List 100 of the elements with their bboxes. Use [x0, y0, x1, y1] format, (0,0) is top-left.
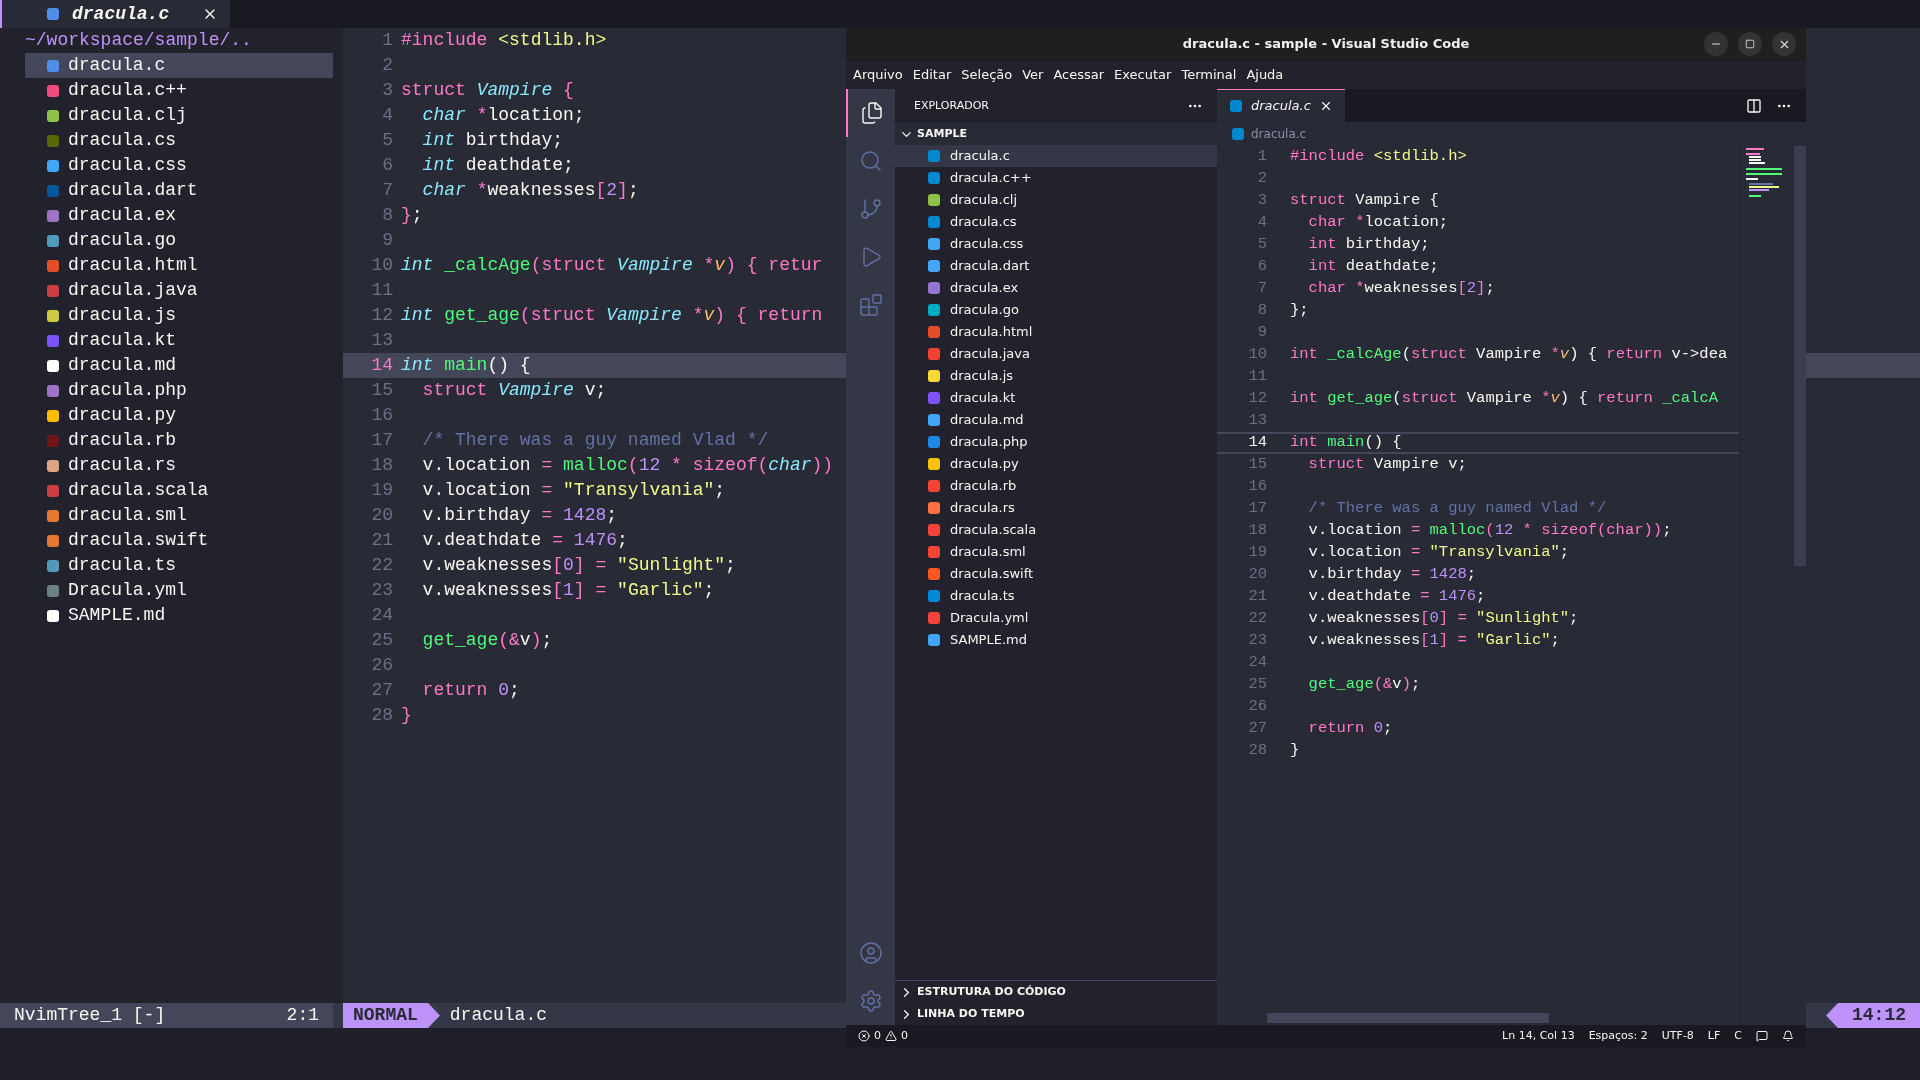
status-item[interactable]: Ln 14, Col 13	[1502, 1027, 1575, 1045]
tree-root: ~/workspace/sample/..	[25, 29, 253, 52]
tree-item[interactable]: SAMPLE.md	[25, 603, 333, 628]
tree-item[interactable]: dracula.scala	[25, 478, 333, 503]
explorer-item[interactable]: dracula.py	[895, 453, 1217, 475]
explorer-item[interactable]: dracula.dart	[895, 255, 1217, 277]
explorer-item[interactable]: dracula.java	[895, 343, 1217, 365]
status-item[interactable]: LF	[1707, 1027, 1721, 1045]
line-number: 9	[381, 229, 394, 252]
explorer-item[interactable]: dracula.ex	[895, 277, 1217, 299]
explorer-item[interactable]: dracula.ts	[895, 585, 1217, 607]
file-name: dracula.css	[68, 154, 187, 177]
code-line: v.location = "Transylvania";	[421, 479, 726, 502]
line-number: 24	[370, 604, 394, 627]
editor-tab[interactable]: dracula.c	[0, 0, 230, 28]
explorer-item[interactable]: dracula.c	[895, 145, 1217, 167]
file-name: dracula.cs	[68, 129, 177, 152]
tree-item[interactable]: dracula.ex	[25, 203, 333, 228]
explorer-item[interactable]: dracula.html	[895, 321, 1217, 343]
folder-header[interactable]: SAMPLE	[895, 123, 1217, 145]
tree-item[interactable]: Dracula.yml	[25, 578, 333, 603]
explorer-item[interactable]: dracula.c++	[895, 167, 1217, 189]
explorer-item[interactable]: dracula.md	[895, 409, 1217, 431]
line-number: 9	[1256, 322, 1267, 344]
breadcrumb[interactable]: dracula.c	[1251, 125, 1307, 143]
tree-item[interactable]: dracula.dart	[25, 178, 333, 203]
file-name: dracula.scala	[68, 479, 209, 502]
source-control-icon[interactable]	[858, 197, 883, 221]
menu-item[interactable]: Ver	[1017, 65, 1049, 85]
search-icon[interactable]	[858, 149, 883, 173]
menu-item[interactable]: Editar	[907, 65, 957, 85]
tree-item[interactable]: dracula.html	[25, 253, 333, 278]
explorer-icon[interactable]	[859, 101, 884, 125]
tree-item[interactable]: dracula.swift	[25, 528, 333, 553]
explorer-item[interactable]: dracula.rb	[895, 475, 1217, 497]
explorer-item[interactable]: SAMPLE.md	[895, 629, 1217, 651]
tree-item[interactable]: dracula.c++	[25, 78, 333, 103]
file-name: dracula.swift	[68, 529, 209, 552]
code-line: struct Vampire {	[1290, 190, 1439, 212]
tree-item[interactable]: dracula.java	[25, 278, 333, 303]
explorer-item[interactable]: dracula.php	[895, 431, 1217, 453]
tree-item[interactable]: dracula.cs	[25, 128, 333, 153]
menu-item[interactable]: Terminal	[1176, 65, 1242, 85]
file-name: dracula.kt	[68, 329, 177, 352]
tree-item[interactable]: dracula.php	[25, 378, 333, 403]
explorer-item[interactable]: dracula.clj	[895, 189, 1217, 211]
tree-item[interactable]: dracula.md	[25, 353, 333, 378]
code-line: };	[1290, 300, 1309, 322]
menu-item[interactable]: Arquivo	[848, 65, 908, 85]
feedback-icon[interactable]	[1756, 1030, 1768, 1042]
explorer-item[interactable]: dracula.swift	[895, 563, 1217, 585]
menu-item[interactable]: Ajuda	[1241, 65, 1289, 85]
editor-tab[interactable]: dracula.c	[1217, 89, 1345, 122]
menu-item[interactable]: Seleção	[956, 65, 1018, 85]
explorer-item[interactable]: dracula.css	[895, 233, 1217, 255]
tree-item[interactable]: dracula.py	[25, 403, 333, 428]
line-number: 2	[1256, 168, 1267, 190]
section-header[interactable]: ESTRUTURA DO CÓDIGO	[895, 981, 1217, 1003]
file-name: dracula.c++	[950, 169, 1032, 188]
explorer-item[interactable]: dracula.js	[895, 365, 1217, 387]
file-name: dracula.js	[68, 304, 177, 327]
menu-item[interactable]: Executar	[1109, 65, 1177, 85]
tree-item[interactable]: dracula.clj	[25, 103, 333, 128]
settings-icon[interactable]	[858, 989, 883, 1013]
code-line: char *weaknesses[2];	[421, 179, 639, 202]
explorer-item[interactable]: dracula.sml	[895, 541, 1217, 563]
explorer-item[interactable]: dracula.cs	[895, 211, 1217, 233]
file-name: dracula.java	[950, 345, 1030, 364]
status-item[interactable]: Espaços: 2	[1588, 1027, 1648, 1045]
close-button[interactable]	[1772, 32, 1796, 56]
horizontal-scrollbar[interactable]	[1267, 1013, 1549, 1023]
menu-item[interactable]: Acessar	[1048, 65, 1110, 85]
tree-item[interactable]: dracula.ts	[25, 553, 333, 578]
error-count[interactable]: 0	[874, 1027, 881, 1045]
tree-item[interactable]: dracula.sml	[25, 503, 333, 528]
tree-item[interactable]: dracula.css	[25, 153, 333, 178]
tree-item[interactable]: dracula.rb	[25, 428, 333, 453]
explorer-item[interactable]: Dracula.yml	[895, 607, 1217, 629]
warning-count[interactable]: 0	[901, 1027, 908, 1045]
tree-item[interactable]: dracula.go	[25, 228, 333, 253]
tree-item[interactable]: dracula.js	[25, 303, 333, 328]
split-editor-icon[interactable]	[1746, 97, 1762, 114]
code-line: /* There was a guy named Vlad */	[421, 429, 769, 452]
explorer-item[interactable]: dracula.go	[895, 299, 1217, 321]
tree-item[interactable]: dracula.c	[25, 53, 333, 78]
status-item[interactable]: UTF-8	[1661, 1027, 1694, 1045]
maximize-button[interactable]	[1738, 32, 1762, 56]
tree-item[interactable]: dracula.kt	[25, 328, 333, 353]
explorer-item[interactable]: dracula.rs	[895, 497, 1217, 519]
explorer-item[interactable]: dracula.kt	[895, 387, 1217, 409]
status-item[interactable]: C	[1734, 1027, 1742, 1045]
explorer-item[interactable]: dracula.scala	[895, 519, 1217, 541]
vertical-scrollbar[interactable]	[1794, 146, 1806, 566]
file-icon	[46, 7, 60, 21]
account-icon[interactable]	[858, 941, 883, 965]
section-header[interactable]: LINHA DO TEMPO	[895, 1003, 1217, 1025]
tree-item[interactable]: dracula.rs	[25, 453, 333, 478]
minimize-button[interactable]	[1704, 32, 1728, 56]
notification-icon[interactable]	[1782, 1030, 1794, 1042]
line-number: 12	[370, 304, 394, 327]
